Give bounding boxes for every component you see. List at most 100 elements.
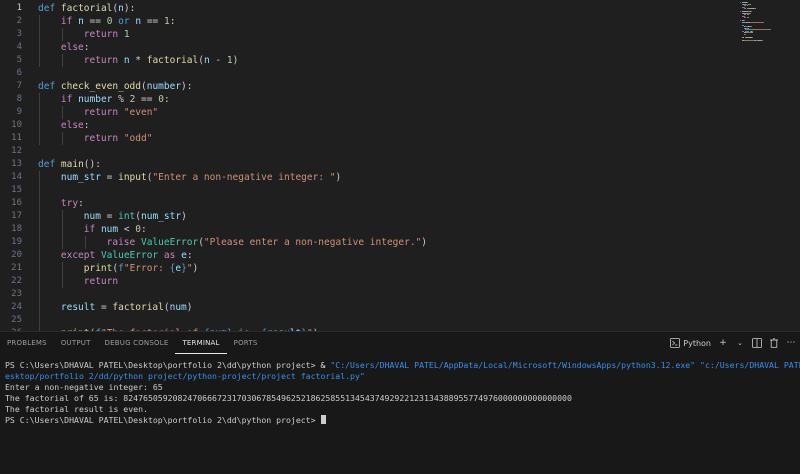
indent-guide [61, 106, 63, 119]
editor-scrollbar[interactable] [792, 0, 800, 331]
minimap-line [749, 21, 764, 23]
code-token: result [60, 302, 96, 313]
plus-icon[interactable]: + [718, 338, 728, 348]
code-line: try: [38, 197, 84, 210]
code-token: if [60, 94, 73, 105]
terminal-text: & [320, 360, 331, 370]
tab-ports[interactable]: PORTS [227, 332, 265, 354]
tab-terminal[interactable]: TERMINAL [175, 332, 227, 354]
terminal-shell-selector[interactable]: Python [670, 338, 711, 348]
panel-actions: Python + ⌄ ⋯ [670, 332, 796, 354]
code-token: or [118, 16, 130, 27]
minimap-line [751, 36, 753, 38]
code-editor[interactable]: 1 2 3 4 5 6 7 8 9 10 11 12 13 14 15 16 17 18 19 20 21 22 23 24 2… [0, 0, 800, 331]
code-token: ValueError [100, 250, 159, 261]
minimap-line [749, 12, 751, 14]
code-token: "odd" [123, 133, 153, 144]
code-line: if n == 0 or n == 1: [38, 15, 176, 28]
code-token: return [83, 276, 119, 287]
code-token: except [60, 250, 96, 261]
indent-guide [39, 93, 40, 145]
terminal-line: The factorial of 65 is: 8247650592082470… [5, 393, 800, 404]
code-token: factorial [60, 3, 113, 14]
code-token: input [118, 172, 147, 183]
line-number: 5 [16, 55, 22, 65]
split-icon[interactable] [752, 338, 762, 348]
code-token: ) [421, 237, 427, 248]
code-token: : [83, 42, 90, 53]
ellipsis-icon[interactable]: ⋯ [786, 338, 796, 348]
code-token: def [38, 81, 56, 92]
code-token: - [209, 55, 227, 66]
code-token: print [83, 263, 113, 274]
terminal-text: "C:/Users/DHAVAL PATEL/AppData/Local/Mic… [330, 360, 800, 370]
code-token: if [83, 224, 96, 235]
terminal-line: PS C:\Users\DHAVAL PATEL\Desktop\portfol… [5, 360, 800, 371]
line-number: 24 [11, 302, 22, 312]
minimap-line [744, 39, 754, 41]
code-token: == [141, 16, 164, 27]
terminal-output[interactable]: PS C:\Users\DHAVAL PATEL\Desktop\portfol… [5, 360, 800, 426]
code-line: num_str = input("Enter a non-negative in… [38, 171, 341, 184]
code-line: return "odd" [38, 132, 153, 145]
minimap-line [750, 3, 751, 5]
code-line: return "even" [38, 106, 158, 119]
line-number: 2 [16, 16, 22, 26]
code-token: "Error: [123, 263, 170, 274]
line-number: 18 [11, 224, 22, 234]
code-token: if [60, 16, 73, 27]
code-line: except ValueError as e: [38, 249, 193, 262]
tab-debug-console[interactable]: DEBUG CONSOLE [98, 332, 176, 354]
minimap-line [761, 39, 763, 41]
line-number: 20 [11, 250, 22, 260]
tab-problems[interactable]: PROBLEMS [0, 332, 54, 354]
code-line: return n * factorial(n - 1) [38, 54, 239, 67]
code-line: return 1 [38, 28, 130, 41]
code-token: ) [186, 302, 193, 313]
terminal-text: PS C:\Users\DHAVAL PATEL\Desktop\portfol… [5, 415, 321, 425]
code-token: : [169, 16, 176, 27]
terminal-line: esktop/portfolio 2/dd/python project/pyt… [5, 371, 800, 382]
code-token: ) [192, 263, 199, 274]
code-area[interactable]: def factorial(n): if n == 0 or n == 1: r… [38, 0, 738, 331]
code-token: num [169, 302, 187, 313]
code-token: = [95, 302, 113, 313]
code-token: "Enter a non-negative integer: " [152, 172, 336, 183]
indent-guide [61, 262, 63, 288]
terminal-text: The factorial of 65 is: 8247650592082470… [5, 393, 572, 403]
code-line: def factorial(n): [38, 2, 135, 15]
line-number: 8 [16, 94, 22, 104]
code-line: result = factorial(num) [38, 301, 193, 314]
trash-icon[interactable] [769, 338, 779, 348]
code-token: : [141, 224, 147, 235]
code-token: % [112, 94, 130, 105]
line-number: 4 [16, 42, 22, 52]
chevron-down-icon[interactable]: ⌄ [735, 338, 745, 348]
line-number-gutter: 1 2 3 4 5 6 7 8 9 10 11 12 13 14 15 16 17 18 19 20 21 22 23 24 2… [0, 0, 30, 331]
code-token: int [118, 211, 136, 222]
code-token: : [163, 94, 170, 105]
code-token: else [60, 120, 84, 131]
code-token: ): [181, 81, 193, 92]
code-token: == [135, 94, 159, 105]
minimap-line [763, 21, 764, 23]
code-token: raise [106, 237, 136, 248]
code-token: def [38, 3, 56, 14]
code-token: main [60, 159, 84, 170]
terminal-icon [670, 338, 681, 348]
line-number: 7 [16, 81, 22, 91]
tab-output[interactable]: OUTPUT [54, 332, 98, 354]
terminal-line: The factorial result is even. [5, 404, 800, 415]
minimap[interactable] [740, 2, 782, 42]
code-token: number [146, 81, 182, 92]
line-number: 17 [11, 211, 22, 221]
